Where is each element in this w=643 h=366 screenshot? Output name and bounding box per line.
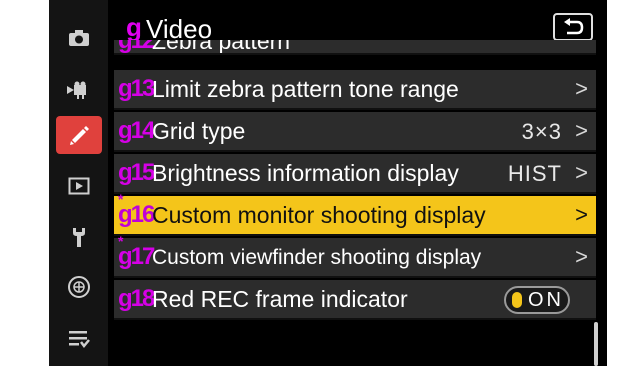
item-label: Custom monitor shooting display xyxy=(152,202,486,228)
menu-header: g Video xyxy=(114,12,596,44)
menu-letter: g xyxy=(126,12,142,42)
item-code: g18 xyxy=(118,285,155,312)
menu-row-g12[interactable]: g12 Zebra pattern xyxy=(114,40,596,55)
pencil-icon xyxy=(70,126,89,145)
playback-tab[interactable] xyxy=(56,167,102,205)
item-label: Limit zebra pattern tone range xyxy=(152,76,459,102)
item-code: g12 xyxy=(118,40,155,54)
menu-row-g14[interactable]: g14 Grid type 3×3 > xyxy=(114,112,596,152)
item-code: g15 xyxy=(118,159,155,186)
camera-menu-screen: g Video g12 Zebra pattern g13 Limit zebr… xyxy=(49,0,607,366)
movie-camera-icon xyxy=(67,81,86,99)
item-label: Brightness information display xyxy=(152,160,459,186)
toggle-state: ON xyxy=(528,289,564,311)
item-value: HIST xyxy=(507,161,562,186)
item-label: Zebra pattern xyxy=(152,40,291,54)
return-arrow-icon xyxy=(564,18,584,35)
menu-tab-sidebar xyxy=(49,0,108,366)
scrollbar[interactable] xyxy=(594,322,598,366)
wrench-icon xyxy=(73,228,85,247)
menu-row-g16[interactable]: * g16 Custom monitor shooting display > xyxy=(114,191,596,236)
setup-tab[interactable] xyxy=(56,218,102,256)
back-button[interactable] xyxy=(553,13,593,41)
star-marker: * xyxy=(118,233,124,249)
item-code: * g17 xyxy=(118,233,155,271)
item-code: g14 xyxy=(118,117,155,144)
my-menu-tab[interactable] xyxy=(56,320,102,358)
menu-row-g15[interactable]: g15 Brightness information display HIST … xyxy=(114,154,596,194)
camera-icon xyxy=(69,30,89,46)
item-code: g13 xyxy=(118,75,155,102)
item-code: * g16 xyxy=(118,191,155,229)
movie-shooting-tab[interactable] xyxy=(56,71,102,109)
chevron-right-icon: > xyxy=(575,118,588,143)
chevron-right-icon: > xyxy=(575,160,588,185)
chevron-right-icon: > xyxy=(575,76,588,101)
menu-row-g13[interactable]: g13 Limit zebra pattern tone range > xyxy=(114,70,596,110)
item-label: Custom viewfinder shooting display xyxy=(152,246,482,269)
toggle-knob xyxy=(512,292,522,308)
my-menu-icon xyxy=(69,331,90,349)
item-label: Grid type xyxy=(152,118,246,144)
star-marker: * xyxy=(118,191,124,207)
menu-row-g18[interactable]: g18 Red REC frame indicator ON xyxy=(114,280,596,320)
chevron-right-icon: > xyxy=(575,244,588,269)
playback-icon xyxy=(68,177,90,195)
menu-row-g17[interactable]: * g17 Custom viewfinder shooting display … xyxy=(114,233,596,278)
network-icon xyxy=(68,276,90,298)
rec-frame-toggle[interactable]: ON xyxy=(504,286,570,314)
custom-settings-tab[interactable] xyxy=(56,116,102,154)
network-tab[interactable] xyxy=(56,268,102,306)
chevron-right-icon: > xyxy=(575,202,588,227)
photo-shooting-tab[interactable] xyxy=(56,19,102,57)
item-label: Red REC frame indicator xyxy=(152,286,408,312)
item-value: 3×3 xyxy=(521,119,562,144)
